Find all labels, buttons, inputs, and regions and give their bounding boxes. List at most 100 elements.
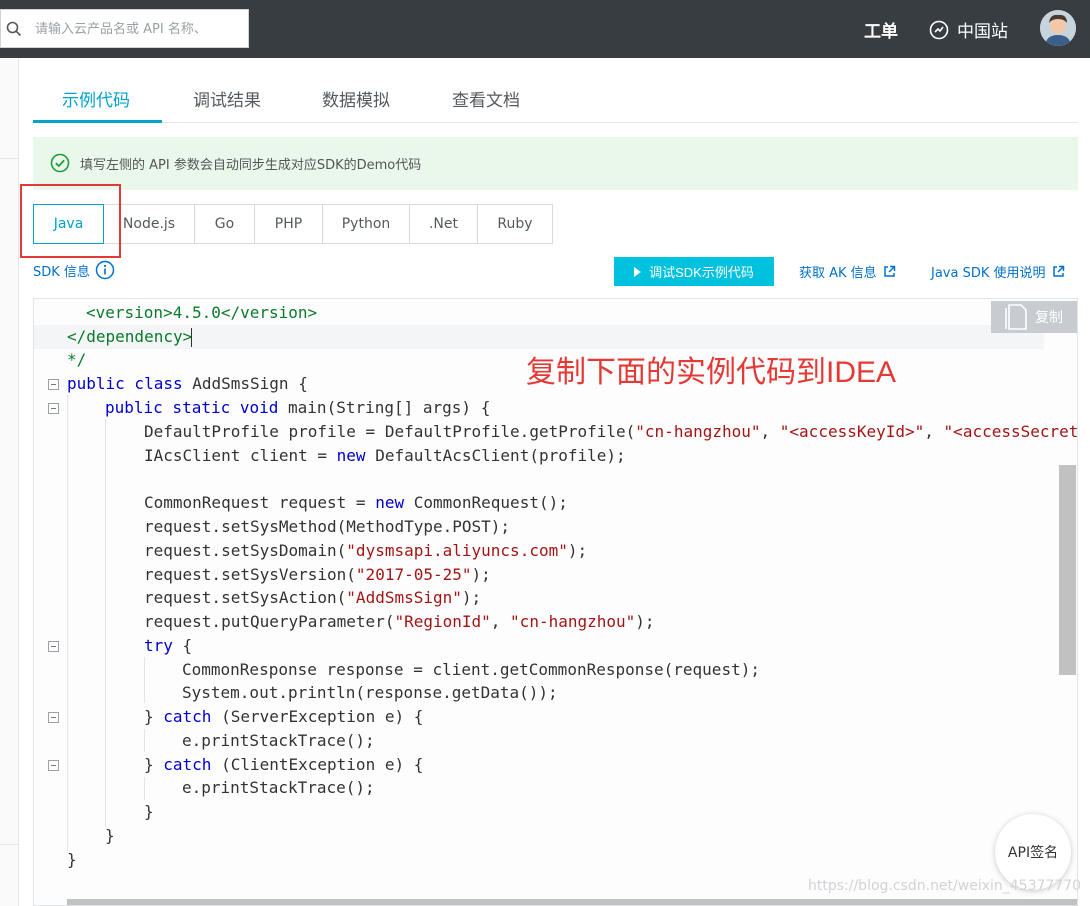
fold-toggle[interactable]: [48, 712, 59, 723]
fold-toggle[interactable]: [48, 379, 59, 390]
code-line: public static void main(String[] args) {: [105, 396, 490, 420]
code-token: "<accessKeyId>": [779, 422, 925, 441]
code-token: (ClientException e) {: [211, 755, 424, 774]
code-editor[interactable]: <version>4.5.0</version> </dependency> *…: [33, 298, 1078, 906]
indent-guide: [144, 657, 145, 703]
vertical-scrollbar[interactable]: [1059, 465, 1076, 675]
code-token: CommonRequest();: [404, 493, 568, 512]
code-token: request.setSysVersion(: [144, 565, 356, 584]
check-circle-icon: [50, 153, 70, 173]
code-line: request.putQueryParameter("RegionId", "c…: [144, 610, 655, 634]
info-banner: 填写左侧的 API 参数会自动同步生成对应SDK的Demo代码: [33, 137, 1078, 190]
lang-tab-ruby[interactable]: Ruby: [477, 204, 553, 244]
fold-toggle[interactable]: [48, 403, 59, 414]
code-token: AddSmsSign {: [192, 374, 308, 393]
code-token: DefaultAcsClient(profile);: [365, 446, 626, 465]
sdk-usage-label: Java SDK 使用说明: [931, 266, 1046, 281]
fold-toggle[interactable]: [48, 760, 59, 771]
active-tab-indicator: [33, 120, 162, 123]
indent-guide: [67, 395, 68, 851]
watermark: https://blog.csdn.net/weixin_45377770: [808, 878, 1082, 894]
code-token: request.setSysDomain(: [144, 541, 347, 560]
indent-guide: [105, 419, 106, 827]
code-token: "2017-05-25": [355, 565, 472, 584]
debug-sdk-label: 调试SDK示例代码: [649, 265, 754, 280]
code-token: );: [635, 612, 655, 631]
code-token: IAcsClient client =: [144, 446, 337, 465]
copy-icon: [1005, 304, 1027, 330]
search-input[interactable]: [35, 18, 241, 40]
code-line: public class AddSmsSign {: [67, 372, 308, 396]
code-token: "AddSmsSign": [346, 588, 462, 607]
code-line: } catch (ClientException e) {: [144, 753, 423, 777]
avatar-image: [1040, 10, 1076, 46]
code-token: );: [567, 541, 588, 560]
code-line: }: [105, 824, 115, 848]
code-token: </dependency>: [67, 327, 193, 346]
code-token: CommonRequest request =: [144, 493, 376, 512]
api-explorer-page: 工单 中国站 示例代码 调试结果 数据模拟 查看文档: [0, 0, 1090, 906]
code-token: CommonResponse response = client.getComm…: [182, 660, 760, 679]
search-box[interactable]: [0, 9, 249, 48]
text-caret: [191, 328, 192, 347]
tab-data-mock[interactable]: 数据模拟: [322, 86, 390, 111]
code-token: new: [336, 446, 366, 465]
ticket-link[interactable]: 工单: [864, 17, 898, 42]
code-token: e.printStackTrace();: [182, 778, 375, 797]
sdk-info-link[interactable]: SDK 信息: [33, 260, 115, 280]
tab-debug-result[interactable]: 调试结果: [193, 86, 261, 111]
lang-tab-java[interactable]: Java: [33, 204, 104, 244]
debug-sdk-button[interactable]: 调试SDK示例代码: [614, 257, 774, 286]
region-selector[interactable]: 中国站: [929, 17, 1008, 42]
lang-tab-python[interactable]: Python: [322, 204, 410, 244]
search-icon: [6, 21, 22, 37]
get-ak-label: 获取 AK 信息: [799, 266, 877, 281]
indent-guide: [144, 777, 145, 800]
code-token: }: [105, 826, 115, 845]
sdk-info-label: SDK 信息: [33, 264, 90, 280]
copy-label: 复制: [1035, 310, 1063, 326]
code-token: }: [144, 802, 154, 821]
sdk-usage-link[interactable]: Java SDK 使用说明: [931, 262, 1065, 281]
code-token: catch: [163, 707, 212, 726]
code-line: }: [67, 848, 77, 872]
api-sign-label: API签名: [1007, 845, 1059, 861]
annotation-text: 复制下面的实例代码到IDEA: [526, 356, 897, 389]
code-token: <version>4.5.0</version>: [86, 303, 318, 322]
get-ak-link[interactable]: 获取 AK 信息: [799, 262, 896, 281]
code-line: CommonResponse response = client.getComm…: [182, 658, 760, 682]
code-token: "dysmsapi.aliyuncs.com": [346, 541, 568, 560]
code-token: "<accessSecret>": [943, 422, 1078, 441]
code-token: new: [375, 493, 405, 512]
code-token: }: [144, 755, 164, 774]
left-sidebar-edge: [0, 58, 19, 906]
code-token: request.setSysAction(: [144, 588, 347, 607]
lang-tab-nodejs[interactable]: Node.js: [103, 204, 195, 244]
code-token: catch: [163, 755, 212, 774]
tab-view-docs[interactable]: 查看文档: [452, 86, 520, 111]
language-tabs: Java Node.js Go PHP Python .Net Ruby: [33, 204, 553, 244]
lang-tab-dotnet[interactable]: .Net: [409, 204, 478, 244]
copy-button[interactable]: 复制: [991, 301, 1077, 333]
code-token: "cn-hangzhou": [510, 612, 636, 631]
horizontal-scrollbar[interactable]: [67, 899, 1077, 905]
code-token: }: [67, 850, 77, 869]
lang-tab-php[interactable]: PHP: [254, 204, 323, 244]
external-link-icon: [883, 265, 895, 277]
tab-sample-code[interactable]: 示例代码: [62, 86, 130, 111]
code-token: request.setSysMethod(MethodType.POST);: [144, 517, 511, 536]
code-token: System.out.println(response.getData());: [182, 683, 558, 702]
top-navigation-bar: 工单 中国站: [0, 0, 1090, 58]
lang-tab-go[interactable]: Go: [194, 204, 255, 244]
fold-toggle[interactable]: [48, 641, 59, 652]
code-token: */: [67, 350, 87, 369]
code-token: public static void: [105, 398, 279, 417]
code-line: */: [67, 348, 86, 372]
avatar[interactable]: [1040, 10, 1076, 46]
code-token: "cn-hangzhou": [635, 422, 761, 441]
code-token: }: [144, 707, 164, 726]
code-line: CommonRequest request = new CommonReques…: [144, 491, 568, 515]
code-token: request.putQueryParameter(: [144, 612, 395, 631]
external-link-icon: [1052, 265, 1064, 277]
code-token: ,: [924, 422, 944, 441]
